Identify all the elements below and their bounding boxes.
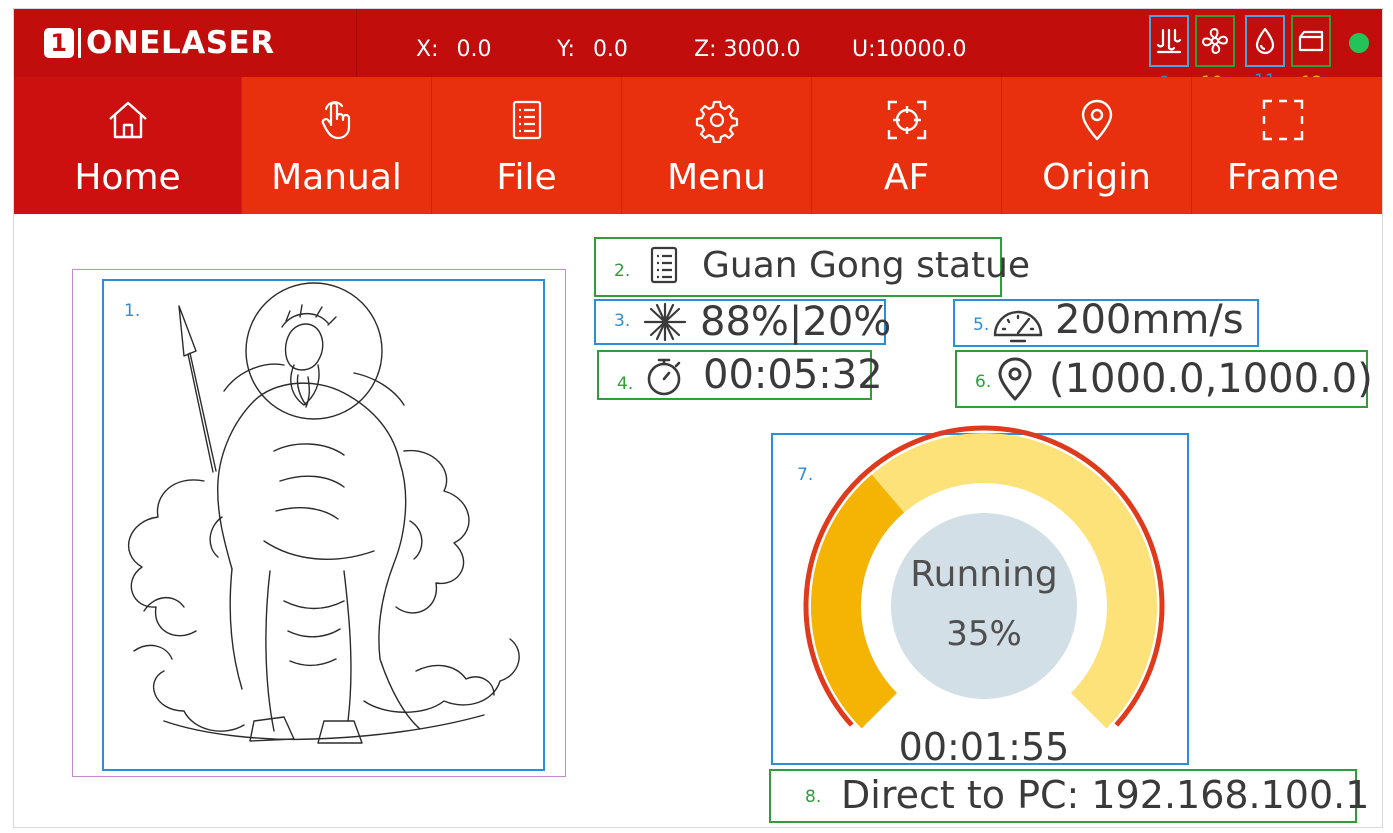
nav-af[interactable]: AF [812,77,1002,214]
autofocus-crosshair-icon [884,97,930,143]
position-value: (1000.0,1000.0) [1049,356,1373,402]
y-coordinate: Y: 0.0 [557,37,628,62]
fan-icon[interactable] [1195,15,1235,67]
laser-power-value: 88%|20% [700,299,892,345]
hand-pointer-icon [314,97,360,143]
heater-icon[interactable] [1149,15,1189,67]
nav-home-label: Home [74,157,181,198]
connection-status-led [1349,33,1369,53]
home-icon [105,97,151,143]
nav-frame[interactable]: Frame [1192,77,1374,214]
nav-menu-label: Menu [667,157,766,198]
nav-origin-label: Origin [1042,157,1151,198]
main-navigation: Home Manual File Menu AF Origin Frame [14,77,1382,214]
nav-manual[interactable]: Manual [242,77,432,214]
position-number: 6. [975,372,992,392]
connection-field: 8. Direct to PC: 192.168.100.1 [769,769,1369,823]
logo-area: 1 ONELASER [14,9,357,77]
logo-text: ONELASER [86,25,275,61]
nav-home[interactable]: Home [14,77,242,214]
file-number: 2. [614,261,631,281]
guan-gong-line-art [127,282,520,744]
u-coordinate: U:10000.0 [852,37,967,62]
stopwatch-icon [647,358,681,396]
file-list-icon [504,97,550,143]
nav-origin[interactable]: Origin [1002,77,1192,214]
speedometer-icon [993,310,1043,343]
remaining-time: 00:01:55 [898,725,1070,769]
z-coordinate: Z: 3000.0 [694,37,801,62]
connection-number: 8. [805,787,822,807]
laser-power-icon [643,302,687,342]
elapsed-time: 00:05:32 [703,352,883,398]
speed-field: 5. 200mm/s [953,297,1259,347]
position-field: 6. (1000.0,1000.0) [955,350,1373,408]
water-drop-icon[interactable] [1245,15,1285,67]
nav-af-label: AF [883,157,930,198]
location-pin-icon [1074,97,1120,143]
nav-file[interactable]: File [432,77,622,214]
job-status: Running [910,554,1058,595]
logo-divider [78,28,81,58]
position-pin-icon [998,357,1032,401]
progress-percent: 35% [946,614,1022,654]
document-icon [650,246,678,284]
nav-frame-label: Frame [1226,157,1340,198]
file-name-field: 2. Guan Gong statue [594,237,1030,297]
speed-value: 200mm/s [1055,297,1244,343]
speed-number: 5. [973,315,990,335]
laser-power-field: 3. 88%|20% [594,299,891,345]
power-number: 3. [614,311,631,331]
gauge-progress-arc [810,474,905,729]
job-preview-image[interactable]: 1. [102,279,545,771]
elapsed-time-field: 4. 00:05:32 [597,350,883,400]
gauge-center-disc [891,513,1077,699]
door-lid-icon[interactable] [1291,15,1331,67]
nav-file-label: File [496,157,557,198]
time-number: 4. [617,374,634,394]
onelaser-logo: 1 ONELASER [44,25,275,61]
logo-mark: 1 [44,28,74,58]
dashed-frame-icon [1260,97,1306,143]
device-screen: 1 ONELASER X: 0.0 Y: 0.0 Z: 3000.0 U:10000… [13,8,1383,828]
file-name: Guan Gong statue [702,245,1031,286]
x-coordinate: X: 0.0 [416,37,492,62]
gear-icon [694,97,740,144]
connection-info: Direct to PC: 192.168.100.1 [841,773,1370,817]
nav-manual-label: Manual [271,157,402,198]
nav-menu[interactable]: Menu [622,77,812,214]
status-bar: 1 ONELASER X: 0.0 Y: 0.0 Z: 3000.0 U:10000… [14,9,1382,77]
